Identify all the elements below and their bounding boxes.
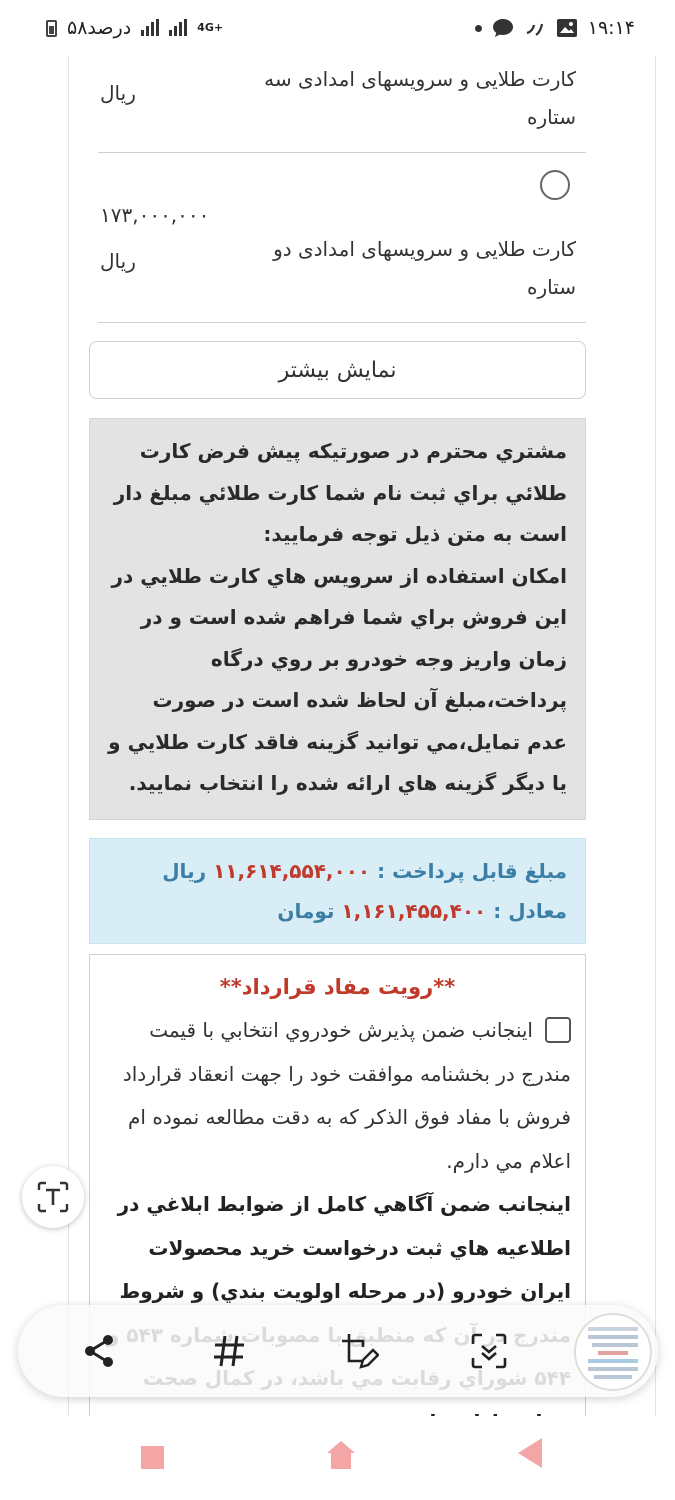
notification-dot-icon	[474, 24, 482, 32]
share-button[interactable]	[76, 1328, 122, 1374]
hashtag-button[interactable]	[206, 1328, 252, 1374]
golden-card-notice: مشتري محترم در صورتيكه پيش فرض كارت طلائ…	[89, 418, 586, 820]
option-title: کارت طلایی و سرویسهای امدادی سه ستاره	[264, 67, 576, 129]
screenshot-thumbnail[interactable]	[574, 1313, 652, 1391]
status-bar: ۵۸درصد 4G+ ۱۹:۱۴	[0, 0, 675, 56]
accept-terms-checkbox[interactable]	[545, 1017, 571, 1043]
option-divider	[98, 322, 586, 323]
status-right: ۱۹:۱۴	[474, 17, 635, 39]
crop-edit-icon	[342, 1334, 379, 1369]
contract-accept-text: اينجانب ضمن پذيرش خودروي انتخابي با قيمت…	[122, 1018, 571, 1173]
messaging-app-icon	[526, 23, 543, 36]
signal-icon	[141, 19, 160, 36]
payable-label: مبلغ قابل پرداخت :	[377, 859, 567, 883]
equal-label: معادل :	[493, 899, 567, 923]
option-unit: ریال	[100, 249, 136, 273]
payable-row: مبلغ قابل پرداخت : ۱۱,۶۱۴,۵۵۴,۰۰۰ ریال	[108, 851, 567, 891]
signal-icon-2	[169, 19, 188, 36]
golden-card-option-two-star[interactable]: ۱۷۳,۰۰۰,۰۰۰ کارت طلایی و سرویسهای امدادی…	[98, 196, 586, 316]
recent-apps-button[interactable]	[141, 1446, 164, 1469]
option-title: کارت طلایی و سرویسهای امدادی دو ستاره	[273, 237, 576, 299]
share-icon	[85, 1335, 113, 1367]
battery-level: ۵۸درصد	[67, 17, 132, 39]
show-more-button[interactable]: نمایش بیشتر	[89, 341, 586, 399]
equal-unit: تومان	[277, 899, 335, 923]
network-type: 4G+	[197, 21, 224, 34]
hashtag-icon	[214, 1335, 244, 1367]
page-content: کارت طلایی و سرویسهای امدادی سه ستاره ری…	[0, 56, 675, 1416]
text-recognition-button[interactable]	[22, 1166, 84, 1228]
option-price: ۱۷۳,۰۰۰,۰۰۰	[100, 203, 210, 227]
equal-value: ۱,۱۶۱,۴۵۵,۴۰۰	[341, 899, 487, 923]
option-divider	[98, 152, 586, 153]
status-left: ۵۸درصد 4G+	[46, 17, 223, 39]
equal-row: معادل : ۱,۱۶۱,۴۵۵,۴۰۰ تومان	[108, 891, 567, 931]
system-navigation-bar	[0, 1416, 675, 1500]
screenshot-action-bar	[18, 1305, 658, 1397]
payable-value: ۱۱,۶۱۴,۵۵۴,۰۰۰	[213, 859, 371, 883]
scan-icon	[471, 1333, 507, 1369]
notice-intro: مشتري محترم در صورتيكه پيش فرض كارت طلائ…	[113, 439, 567, 546]
clock: ۱۹:۱۴	[587, 17, 635, 39]
contract-title: **رویت مفاد قرارداد**	[219, 975, 456, 999]
back-button[interactable]	[518, 1438, 542, 1468]
text-select-icon	[37, 1181, 69, 1213]
edit-button[interactable]	[336, 1328, 382, 1374]
option-unit: ریال	[100, 81, 136, 105]
battery-icon	[46, 19, 57, 37]
scan-button[interactable]	[466, 1328, 512, 1374]
contract-accept-row: اينجانب ضمن پذيرش خودروي انتخابي با قيمت…	[104, 1009, 571, 1183]
home-button[interactable]	[326, 1440, 356, 1470]
golden-card-option-three-star[interactable]: کارت طلایی و سرویسهای امدادی سه ستاره ری…	[98, 60, 586, 148]
payment-amount-box: مبلغ قابل پرداخت : ۱۱,۶۱۴,۵۵۴,۰۰۰ ریال م…	[89, 838, 586, 944]
payable-unit: ریال	[162, 859, 207, 883]
chat-icon	[492, 19, 513, 37]
image-notification-icon	[556, 19, 577, 37]
notice-body: امكان استفاده از سرويس هاي كارت طلايي در…	[108, 563, 567, 796]
